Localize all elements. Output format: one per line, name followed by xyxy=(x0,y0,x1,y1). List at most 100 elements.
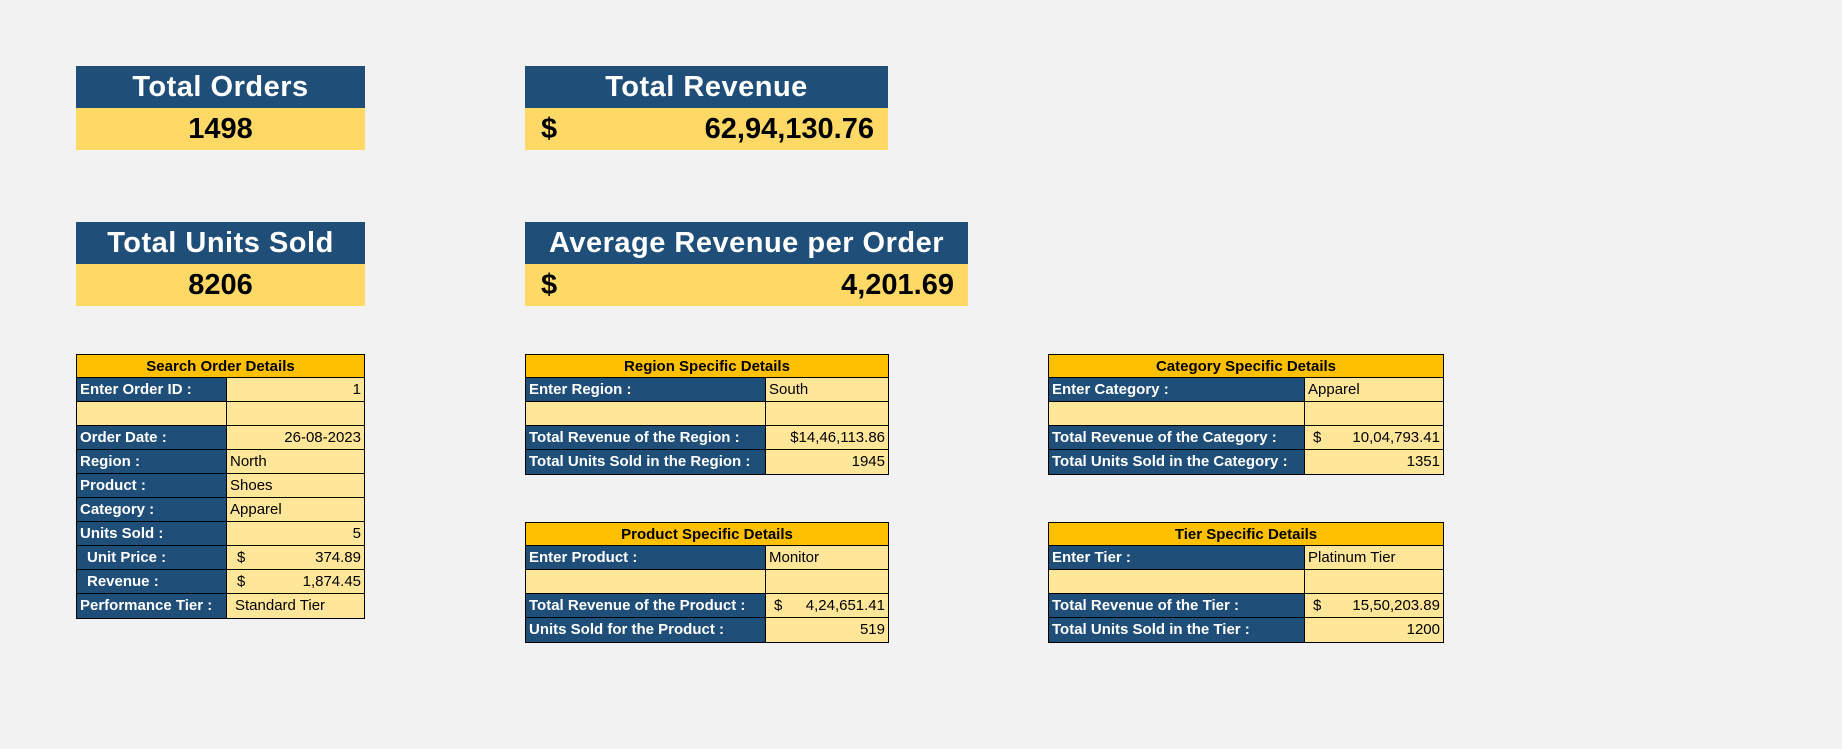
blank-row xyxy=(526,402,888,426)
tier-value: Standard Tier xyxy=(227,594,364,618)
unit-price-value: $ 374.89 xyxy=(227,546,364,569)
field-label: Product : xyxy=(77,474,227,497)
category-input-row: Enter Category : Apparel xyxy=(1049,378,1443,402)
kpi-value: $ 62,94,130.76 xyxy=(525,108,888,150)
currency-symbol: $ xyxy=(237,573,246,590)
category-units-row: Total Units Sold in the Category : 1351 xyxy=(1049,450,1443,474)
field-label: Enter Tier : xyxy=(1049,546,1305,569)
amount: 15,50,203.89 xyxy=(1352,597,1440,614)
field-label: Total Units Sold in the Tier : xyxy=(1049,618,1305,642)
tier-panel: Tier Specific Details Enter Tier : Plati… xyxy=(1048,522,1444,643)
blank-cell xyxy=(766,570,888,593)
product-units-value: 519 xyxy=(766,618,888,642)
region-revenue-value: $14,46,113.86 xyxy=(766,426,888,449)
order-id-input[interactable]: 1 xyxy=(227,378,364,401)
unit-price-row: Unit Price : $ 374.89 xyxy=(77,546,364,570)
field-label: Total Revenue of the Region : xyxy=(526,426,766,449)
category-revenue-value: $ 10,04,793.41 xyxy=(1305,426,1443,449)
panel-title: Region Specific Details xyxy=(526,355,888,378)
units-value: 5 xyxy=(227,522,364,545)
field-label: Total Units Sold in the Category : xyxy=(1049,450,1305,474)
kpi-value: 1498 xyxy=(76,108,365,150)
kpi-value: $ 4,201.69 xyxy=(525,264,968,306)
field-label: Performance Tier : xyxy=(77,594,227,618)
kpi-amount: 4,201.69 xyxy=(841,269,954,301)
category-input[interactable]: Apparel xyxy=(1305,378,1443,401)
category-revenue-row: Total Revenue of the Category : $ 10,04,… xyxy=(1049,426,1443,450)
product-revenue-value: $ 4,24,651.41 xyxy=(766,594,888,617)
field-label: Total Units Sold in the Region : xyxy=(526,450,766,474)
field-label: Total Revenue of the Product : xyxy=(526,594,766,617)
region-units-value: 1945 xyxy=(766,450,888,474)
search-order-panel: Search Order Details Enter Order ID : 1 … xyxy=(76,354,365,619)
blank-cell xyxy=(77,402,227,425)
blank-cell xyxy=(1049,570,1305,593)
kpi-title: Total Revenue xyxy=(525,66,888,108)
panel-title: Search Order Details xyxy=(77,355,364,378)
currency-symbol: $ xyxy=(1313,429,1322,446)
field-label: Unit Price : xyxy=(77,546,227,569)
amount: 1,874.45 xyxy=(302,573,361,590)
amount: 374.89 xyxy=(315,549,361,566)
blank-row xyxy=(1049,402,1443,426)
category-row: Category : Apparel xyxy=(77,498,364,522)
region-units-row: Total Units Sold in the Region : 1945 xyxy=(526,450,888,474)
field-label: Total Revenue of the Tier : xyxy=(1049,594,1305,617)
blank-row xyxy=(1049,570,1443,594)
kpi-average-revenue: Average Revenue per Order $ 4,201.69 xyxy=(525,222,968,306)
category-panel: Category Specific Details Enter Category… xyxy=(1048,354,1444,475)
blank-cell xyxy=(526,570,766,593)
tier-units-value: 1200 xyxy=(1305,618,1443,642)
field-label: Category : xyxy=(77,498,227,521)
field-label: Units Sold for the Product : xyxy=(526,618,766,642)
amount: 4,24,651.41 xyxy=(805,597,885,614)
region-input-row: Enter Region : South xyxy=(526,378,888,402)
product-value: Shoes xyxy=(227,474,364,497)
panel-title: Product Specific Details xyxy=(526,523,888,546)
tier-revenue-row: Total Revenue of the Tier : $ 15,50,203.… xyxy=(1049,594,1443,618)
field-label: Enter Category : xyxy=(1049,378,1305,401)
currency-symbol: $ xyxy=(237,549,246,566)
tier-input[interactable]: Platinum Tier xyxy=(1305,546,1443,569)
currency-symbol: $ xyxy=(1313,597,1322,614)
region-revenue-row: Total Revenue of the Region : $14,46,113… xyxy=(526,426,888,450)
region-row: Region : North xyxy=(77,450,364,474)
tier-row: Performance Tier : Standard Tier xyxy=(77,594,364,618)
blank-cell xyxy=(1305,402,1443,425)
tier-revenue-value: $ 15,50,203.89 xyxy=(1305,594,1443,617)
field-label: Enter Product : xyxy=(526,546,766,569)
kpi-title: Total Units Sold xyxy=(76,222,365,264)
panel-title: Tier Specific Details xyxy=(1049,523,1443,546)
product-revenue-row: Total Revenue of the Product : $ 4,24,65… xyxy=(526,594,888,618)
category-value: Apparel xyxy=(227,498,364,521)
currency-symbol: $ xyxy=(541,113,558,145)
product-units-row: Units Sold for the Product : 519 xyxy=(526,618,888,642)
order-id-row: Enter Order ID : 1 xyxy=(77,378,364,402)
blank-cell xyxy=(766,402,888,425)
kpi-total-units: Total Units Sold 8206 xyxy=(76,222,365,306)
product-panel: Product Specific Details Enter Product :… xyxy=(525,522,889,643)
amount: 10,04,793.41 xyxy=(1352,429,1440,446)
product-row: Product : Shoes xyxy=(77,474,364,498)
kpi-value: 8206 xyxy=(76,264,365,306)
region-input[interactable]: South xyxy=(766,378,888,401)
region-panel: Region Specific Details Enter Region : S… xyxy=(525,354,889,475)
field-label: Region : xyxy=(77,450,227,473)
product-input[interactable]: Monitor xyxy=(766,546,888,569)
field-label: Enter Order ID : xyxy=(77,378,227,401)
field-label: Revenue : xyxy=(77,570,227,593)
panel-title: Category Specific Details xyxy=(1049,355,1443,378)
product-input-row: Enter Product : Monitor xyxy=(526,546,888,570)
field-label: Order Date : xyxy=(77,426,227,449)
field-label: Units Sold : xyxy=(77,522,227,545)
kpi-title: Average Revenue per Order xyxy=(525,222,968,264)
order-date-value: 26-08-2023 xyxy=(227,426,364,449)
blank-cell xyxy=(227,402,364,425)
currency-symbol: $ xyxy=(541,269,558,301)
tier-input-row: Enter Tier : Platinum Tier xyxy=(1049,546,1443,570)
blank-cell xyxy=(1305,570,1443,593)
currency-symbol: $ xyxy=(774,597,783,614)
kpi-title: Total Orders xyxy=(76,66,365,108)
kpi-total-revenue: Total Revenue $ 62,94,130.76 xyxy=(525,66,888,150)
blank-cell xyxy=(526,402,766,425)
